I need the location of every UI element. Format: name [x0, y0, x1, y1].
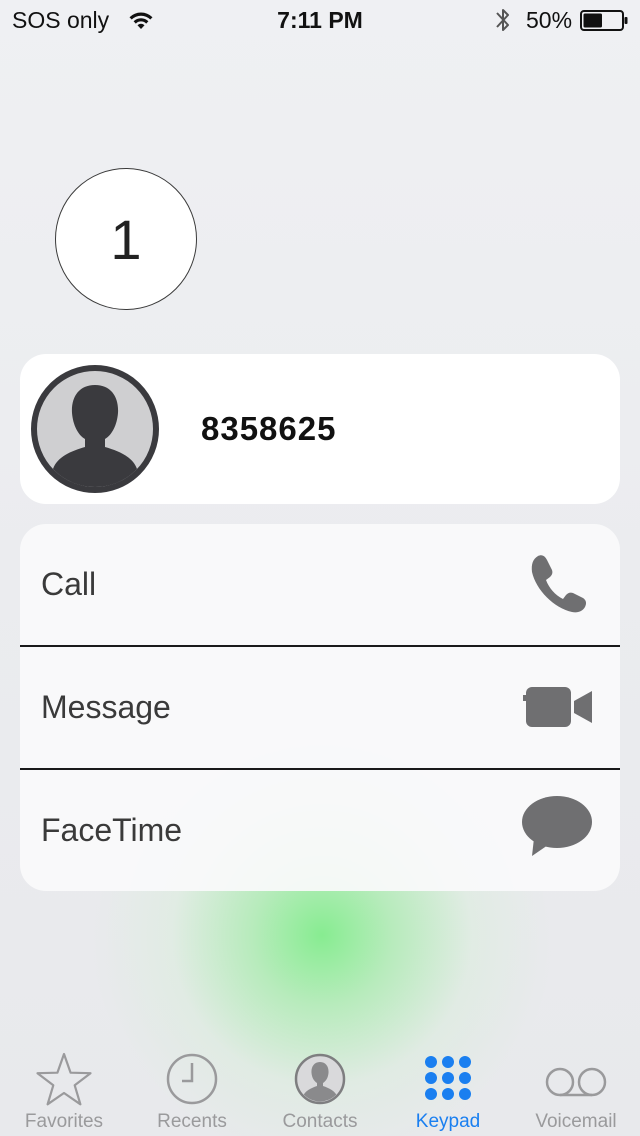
- tab-favorites[interactable]: Favorites: [0, 1042, 128, 1136]
- tab-recents[interactable]: Recents: [128, 1042, 256, 1136]
- call-label: Call: [41, 566, 97, 602]
- voicemail-icon: [545, 1067, 607, 1097]
- badge-circle: 1: [55, 168, 197, 310]
- tab-label: Contacts: [282, 1111, 358, 1132]
- tab-keypad[interactable]: Keypad: [384, 1042, 512, 1136]
- facetime-label: FaceTime: [41, 812, 183, 848]
- battery-percent: 50%: [526, 7, 573, 33]
- tab-label: Favorites: [24, 1111, 104, 1132]
- tab-contacts[interactable]: Contacts: [256, 1042, 384, 1136]
- tab-voicemail[interactable]: Voicemail: [512, 1042, 640, 1136]
- phone-icon: [531, 555, 587, 613]
- keypad-dots-icon: [425, 1056, 471, 1100]
- contact-person-icon: [294, 1053, 346, 1105]
- badge-number: 1: [110, 207, 142, 271]
- tab-label: Keypad: [415, 1111, 481, 1132]
- speech-bubble-icon: [522, 796, 592, 856]
- status-bar: SOS only 7:11 PM 50%: [0, 0, 640, 40]
- bluetooth-icon: [496, 9, 509, 31]
- star-icon: [36, 1052, 92, 1106]
- call-row[interactable]: Call: [20, 524, 620, 645]
- clock-icon: [166, 1053, 218, 1105]
- tab-label: Voicemail: [535, 1111, 617, 1132]
- message-label: Message: [41, 689, 171, 725]
- actions-card: Call Message FaceTime: [20, 524, 620, 891]
- contact-card[interactable]: 8358625: [20, 354, 620, 504]
- person-silhouette-icon: [31, 365, 159, 493]
- tab-bar: Favorites Recents Contacts Keypad Voicem…: [0, 1042, 640, 1136]
- tab-label: Recents: [157, 1111, 227, 1132]
- video-camera-icon: [523, 687, 592, 727]
- phone-number: 8358625: [201, 410, 337, 447]
- message-row[interactable]: Message: [20, 647, 620, 768]
- facetime-row[interactable]: FaceTime: [20, 770, 620, 891]
- battery-icon: [580, 10, 628, 31]
